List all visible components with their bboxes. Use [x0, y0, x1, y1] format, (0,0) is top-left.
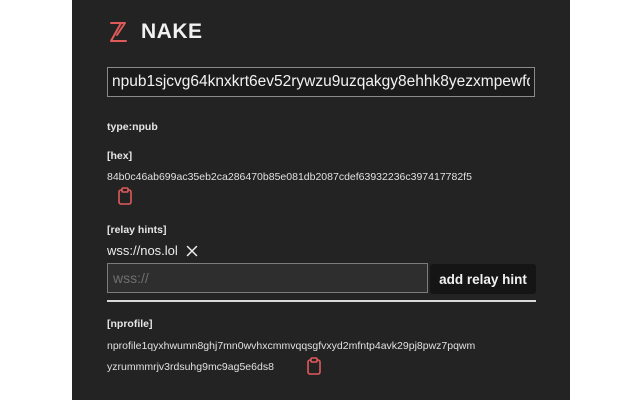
add-relay-hint-button[interactable]: add relay hint — [430, 264, 536, 294]
close-icon[interactable] — [186, 245, 198, 257]
copy-hex-button[interactable] — [117, 187, 133, 205]
section-divider — [107, 300, 536, 302]
nprofile-label: [nprofile] — [107, 318, 153, 330]
relay-hint-item: wss://nos.lol — [107, 243, 198, 258]
relay-hint-input[interactable] — [107, 263, 428, 293]
app-header: NAKE — [107, 20, 203, 44]
hex-label: [hex] — [107, 150, 133, 162]
relay-hint-url: wss://nos.lol — [107, 243, 178, 258]
zap-logo-icon — [110, 22, 127, 42]
relay-hints-label: [relay hints] — [107, 224, 167, 236]
code-input[interactable] — [107, 67, 535, 97]
copy-nprofile-button[interactable] — [306, 357, 322, 375]
nprofile-value-line2: yzrummmrjv3rdsuhg9mc9ag5e6ds8 — [107, 361, 274, 373]
nprofile-value-line1: nprofile1qyxhwumn8ghj7mn0wvhxcmmvqqsgfvx… — [107, 340, 476, 352]
clipboard-icon — [118, 187, 132, 205]
clipboard-icon — [307, 357, 321, 375]
type-label: type:npub — [107, 121, 158, 133]
main-panel: NAKE type:npub [hex] 84b0c46ab699ac35eb2… — [72, 0, 570, 400]
app-title: NAKE — [141, 20, 203, 43]
hex-value: 84b0c46ab699ac35eb2ca286470b85e081db2087… — [107, 171, 472, 183]
